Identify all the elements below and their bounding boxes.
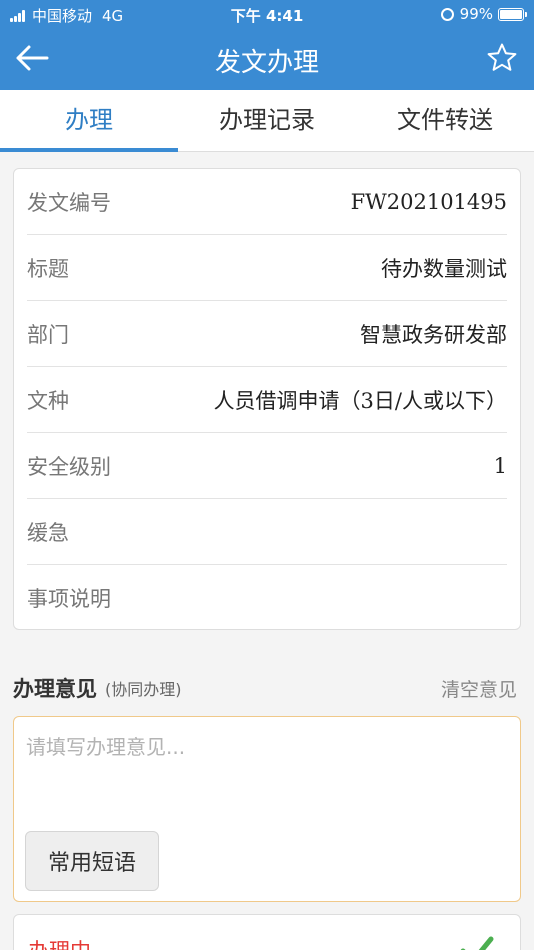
field-row-department: 部门 智慧政务研发部 [27, 301, 507, 367]
check-icon [460, 936, 494, 950]
tab-process-records[interactable]: 办理记录 [178, 90, 356, 151]
clear-opinion-button[interactable]: 清空意见 [441, 675, 517, 702]
field-value: 智慧政务研发部 [360, 322, 507, 347]
field-value: 1 [493, 453, 507, 478]
status-bar-right: 99% [440, 5, 527, 23]
tab-bar: 办理 办理记录 文件转送 [0, 90, 534, 152]
field-value: FW202101495 [350, 189, 507, 214]
field-label: 缓急 [27, 520, 69, 545]
field-row-title: 标题 待办数量测试 [27, 235, 507, 301]
process-status-card: 办理中 [13, 914, 521, 950]
tab-process[interactable]: 办理 [0, 90, 178, 152]
field-label: 安全级别 [27, 454, 111, 479]
process-status-label: 办理中 [28, 935, 91, 950]
status-bar: 中国移动 4G 下午 4:41 99% [0, 0, 534, 28]
field-row-description: 事项说明 [27, 565, 507, 631]
star-icon[interactable] [486, 42, 518, 74]
battery-icon [498, 7, 527, 21]
common-phrases-button[interactable]: 常用短语 [25, 831, 159, 891]
field-label: 事项说明 [27, 587, 111, 611]
tab-file-transfer[interactable]: 文件转送 [356, 90, 534, 151]
field-label: 发文编号 [27, 190, 111, 215]
document-info-card: 发文编号 FW202101495 标题 待办数量测试 部门 智慧政务研发部 文种… [13, 168, 521, 630]
field-label: 文种 [27, 388, 69, 413]
battery-fill [500, 9, 522, 19]
opinion-subtitle: (协同办理) [105, 680, 182, 699]
alarm-icon [440, 7, 454, 21]
field-label: 标题 [27, 256, 69, 281]
opinion-title: 办理意见 [13, 677, 97, 701]
nav-bar: 发文办理 [0, 28, 534, 90]
opinion-header: 办理意见 (协同办理) 清空意见 [13, 672, 521, 704]
field-value: 人员借调申请（3日/人或以下） [213, 388, 507, 413]
field-row-doc-type: 文种 人员借调申请（3日/人或以下） [27, 367, 507, 433]
field-value: 待办数量测试 [381, 256, 507, 281]
page-title: 发文办理 [214, 48, 319, 78]
field-row-doc-number: 发文编号 FW202101495 [27, 169, 507, 235]
field-label: 部门 [27, 322, 69, 347]
field-row-security-level: 安全级别 1 [27, 433, 507, 499]
opinion-input[interactable] [26, 731, 506, 831]
opinion-box: 常用短语 [13, 716, 521, 902]
field-row-urgency: 缓急 [27, 499, 507, 565]
battery-percent: 99% [459, 5, 493, 23]
